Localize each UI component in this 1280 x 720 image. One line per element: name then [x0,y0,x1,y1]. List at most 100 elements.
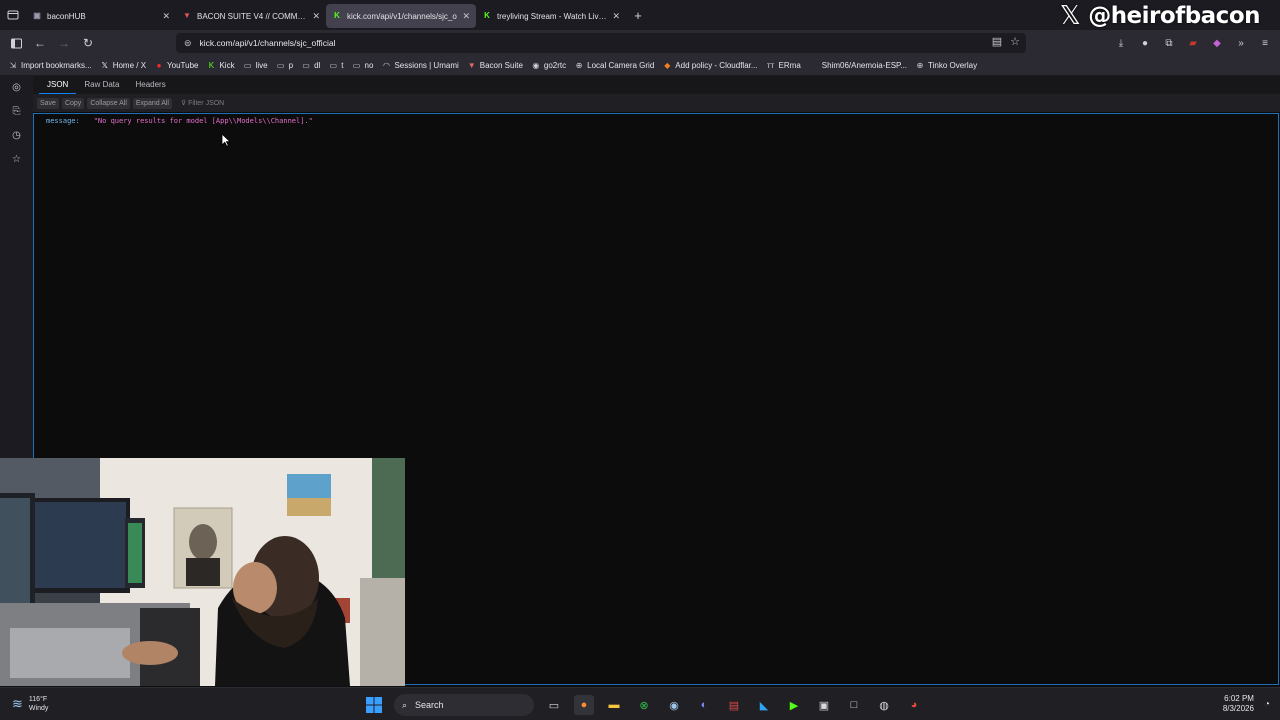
bookmark-item[interactable]: ● Shim06/Anemoia-ESP... [809,61,907,70]
bookmark-item[interactable]: ▭ dl [301,61,320,70]
start-button[interactable] [364,695,384,715]
globe-icon: ⊕ [916,61,924,70]
bookmark-item[interactable]: ⊕ Local Camera Grid [574,61,655,70]
bookmark-item[interactable]: ᴛᴛ ERma [766,61,801,70]
account-button[interactable]: ● [1136,34,1154,52]
close-tab-icon[interactable]: ✕ [612,11,620,22]
browser-tab[interactable]: Ktreyliving Stream - Watch Live o ✕ [476,4,626,28]
bookmark-item[interactable]: ◉ go2rtc [531,61,566,70]
xbox-icon: ⊗ [639,699,649,712]
firefox-taskbar-button[interactable]: ● [574,695,594,715]
bookmark-item[interactable]: ◠ Sessions | Umami [381,61,459,70]
vscode-button[interactable]: ◣ [754,695,774,715]
folder-icon: ▭ [302,61,310,70]
kick-icon: K [208,61,215,70]
json-viewer-tab[interactable]: Headers [127,76,173,94]
browser-tab[interactable]: ▣ baconHUB ✕ [26,4,176,28]
xbox-button[interactable]: ⊗ [634,695,654,715]
bookmark-item[interactable]: ▭ p [276,61,293,70]
filter-json-input[interactable]: ⊽ Filter JSON [181,99,224,107]
tab-list-button[interactable] [0,0,26,30]
browser-tab[interactable]: Kkick.com/api/v1/channels/sjc_o ✕ [326,4,476,28]
ublock-icon: ▰ [1189,37,1197,49]
bookmark-label: Home / X [112,61,147,70]
bookmark-item[interactable]: ⊕ Tinko Overlay [915,61,977,70]
bookmark-item[interactable]: ▭ no [352,61,374,70]
url-bar[interactable]: ⊜ kick.com/api/v1/channels/sjc_official … [176,33,1026,53]
json-value: "No query results for model [App\\Models… [93,117,313,125]
save-button[interactable]: Save [37,97,59,109]
bookmark-item[interactable]: ▼ Bacon Suite [467,61,523,70]
new-tab-button[interactable]: + [628,8,648,23]
reader-view-icon[interactable]: ▤ [992,35,1002,48]
bookmark-label: Kick [219,61,235,70]
obs-icon: ◍ [879,699,889,712]
history-icon[interactable]: ◷ [7,130,27,144]
browser-tab[interactable]: ▼ BACON SUITE V4 // COMMAND ✕ [176,4,326,28]
discord-button[interactable]: ◐ [694,695,714,715]
folder-icon: ▭ [352,61,361,70]
bookmark-star-icon[interactable]: ☆ [1010,35,1020,48]
extension-purple-button[interactable]: ◆ [1208,34,1226,52]
downloads-button[interactable]: ⤓ [1112,34,1130,52]
weather-widget[interactable]: ≋ 116°F Windy [12,695,48,713]
task-view-button[interactable]: ▭ [544,695,564,715]
streaming-app-button[interactable]: ▤ [724,695,744,715]
json-viewer-tab[interactable]: JSON [39,76,77,94]
bookmark-label: t [341,61,344,70]
steam-button[interactable]: ◉ [664,695,684,715]
bookmark-item[interactable]: ▭ live [243,61,268,70]
ai-chatbot-icon[interactable]: ◎ [7,82,27,96]
tab-favicon-icon: K [334,11,340,20]
overflow-button[interactable]: » [1232,34,1250,52]
close-tab-icon[interactable]: ✕ [162,11,170,22]
bookmarks-icon[interactable]: ☆ [7,154,27,168]
bookmark-item[interactable]: ⇲ Import bookmarks... [8,61,92,70]
bookmark-item[interactable]: K Kick [206,61,235,70]
app-menu-button[interactable]: ≡ [1256,34,1274,52]
bacon-icon: ▼ [467,61,476,70]
site-info-icon[interactable]: ⊜ [184,38,192,49]
bookmark-label: Tinko Overlay [928,61,978,70]
json-row[interactable]: message: "No query results for model [Ap… [46,117,313,125]
extensions-button[interactable]: ⧉ [1160,34,1178,52]
synced-tabs-icon[interactable]: ⎘ [7,106,27,120]
bookmark-item[interactable]: ◆ Add policy - Cloudflar... [662,61,757,70]
discord-icon: ◐ [700,699,708,711]
vscode-icon: ◣ [759,699,769,712]
clock[interactable]: 6:02 PM 8/3/2026 [1223,694,1254,714]
folder-icon: ▬ [608,699,620,711]
collapse-all-button[interactable]: Collapse All [87,97,130,109]
bookmark-item[interactable]: ▭ t [328,61,344,70]
reload-button[interactable]: ↻ [76,31,100,55]
youtube-icon: ● [156,61,162,70]
tab-favicon-icon: ▣ [33,11,41,20]
puzzle-icon: ⧉ [1165,37,1173,49]
folder-icon: ▭ [276,61,285,70]
bookmark-item[interactable]: 𝕏 Home / X [100,61,146,70]
back-button[interactable]: ← [28,31,52,55]
x-icon: 𝕏 [101,61,108,70]
bookmark-item[interactable]: ● YouTube [154,61,199,70]
bookmark-label: Shim06/Anemoia-ESP... [821,61,908,70]
sidebar-toggle-icon [10,38,22,48]
json-viewer-tab[interactable]: Raw Data [76,76,127,94]
forward-button[interactable]: → [52,31,76,55]
obs-button[interactable]: ◍ [874,695,894,715]
copy-button[interactable]: Copy [61,97,85,109]
ublock-button[interactable]: ▰ [1184,34,1202,52]
webcam-overlay [0,458,405,686]
file-explorer-button[interactable]: ▬ [604,695,624,715]
close-tab-icon[interactable]: ✕ [462,11,470,22]
twitter-handle: @heirofbacon [1088,3,1260,29]
sidebar-toggle-button[interactable] [4,31,28,55]
expand-all-button[interactable]: Expand All [132,97,172,109]
window-app-button[interactable]: □ [844,695,864,715]
chrome-button[interactable]: ◕ [904,695,924,715]
taskbar-search[interactable]: ⌕ Search [394,694,534,716]
kick-app-button[interactable]: ▶ [784,695,804,715]
terminal-button[interactable]: ▣ [814,695,834,715]
close-tab-icon[interactable]: ✕ [312,11,320,22]
notification-bell-icon[interactable]: ◔ [1264,699,1270,710]
window-icon: □ [850,699,858,711]
